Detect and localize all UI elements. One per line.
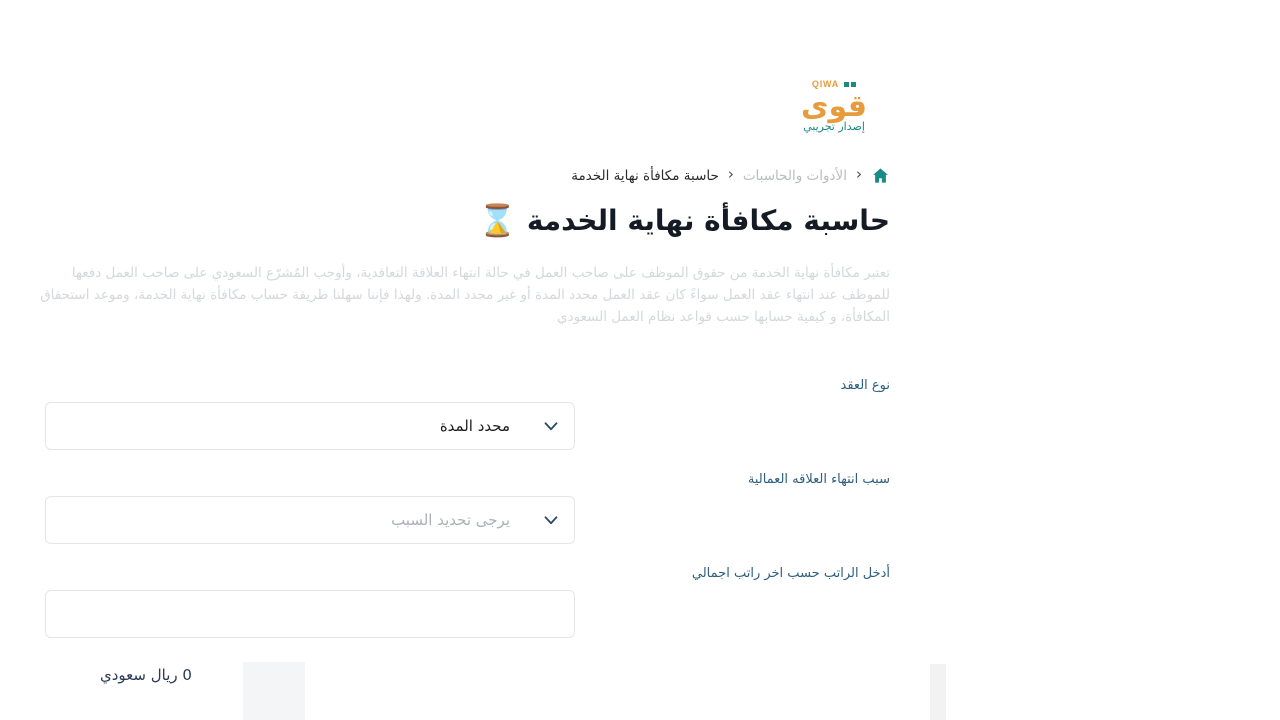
page-title-row: حاسبة مكافأة نهاية الخدمة ⌛ <box>38 203 890 239</box>
page-title: حاسبة مكافأة نهاية الخدمة <box>526 204 890 237</box>
qiwa-logo[interactable]: QIWA قوى إصدار تجريبي <box>788 78 880 133</box>
breadcrumb-item-current: حاسبة مكافأة نهاية الخدمة <box>571 167 719 184</box>
hourglass-icon: ⌛ <box>478 202 517 239</box>
label-termination-reason: سبب انتهاء العلاقه العمالية <box>747 472 890 487</box>
field-termination-reason: سبب انتهاء العلاقه العمالية يرجى تحديد ا… <box>38 472 890 544</box>
salary-input[interactable] <box>45 590 575 638</box>
breadcrumb-separator-1: ‹ <box>856 165 862 183</box>
select-contract-type-value: محدد المدة <box>439 417 510 435</box>
label-contract-type: نوع العقد <box>840 378 890 393</box>
page-scrollbar[interactable] <box>930 664 946 720</box>
logo-arabic-wordmark: قوى <box>801 89 868 124</box>
breadcrumb: ‹ الأدوات والحاسبات ‹ حاسبة مكافأة نهاية… <box>571 166 890 185</box>
field-contract-type: نوع العقد محدد المدة <box>38 378 890 450</box>
logo-latin-text: QIWA <box>811 78 840 89</box>
breadcrumb-separator-2: ‹ <box>727 165 734 183</box>
label-salary: أدخل الراتب حسب اخر راتب اجمالي <box>691 566 890 581</box>
home-icon[interactable] <box>871 166 890 185</box>
logo-squares-icon <box>844 81 857 87</box>
result-amount: 0 ريال سعودي <box>100 666 192 684</box>
chevron-down-icon[interactable] <box>528 415 574 437</box>
select-termination-reason[interactable]: يرجى تحديد السبب <box>45 496 575 544</box>
select-contract-type[interactable]: محدد المدة <box>45 402 575 450</box>
breadcrumb-item-tools[interactable]: الأدوات والحاسبات <box>743 168 847 184</box>
page-description: تعتبر مكافأة نهاية الخدمة من حقوق الموظف… <box>40 265 890 325</box>
chevron-down-icon[interactable] <box>528 509 574 531</box>
select-termination-reason-value: يرجى تحديد السبب <box>391 511 510 529</box>
field-salary: أدخل الراتب حسب اخر راتب اجمالي <box>38 566 890 638</box>
calculator-form: نوع العقد محدد المدة سبب انتهاء العلاقه … <box>38 378 890 660</box>
page-container: QIWA قوى إصدار تجريبي ‹ الأدوات والحاسبا… <box>0 0 926 720</box>
